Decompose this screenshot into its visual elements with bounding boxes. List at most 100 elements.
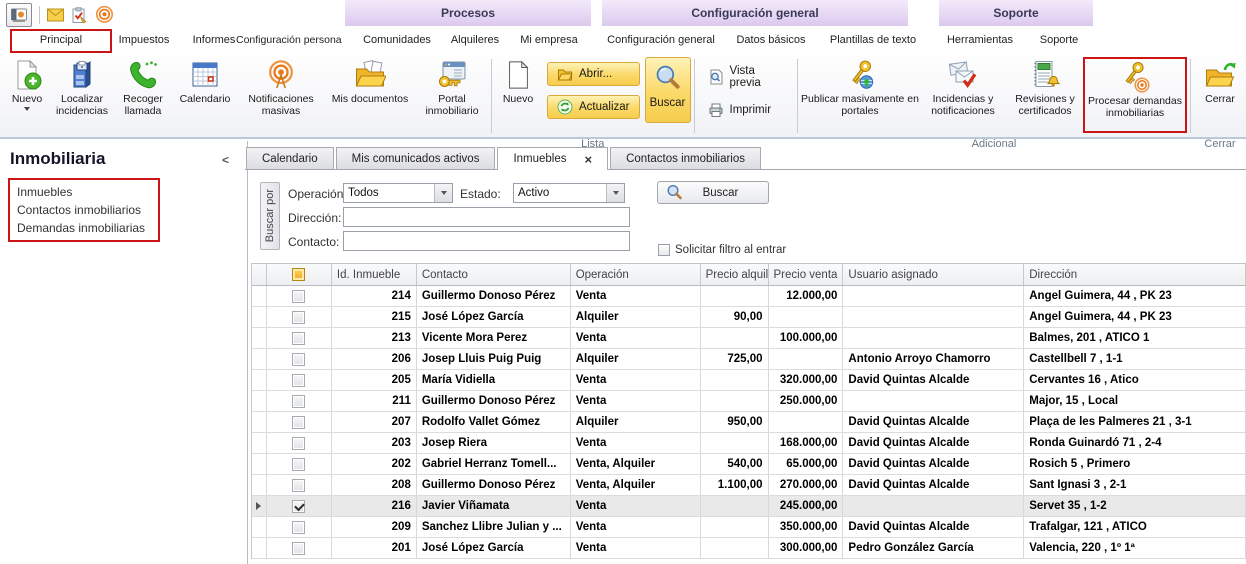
checkbox-icon[interactable] [658,244,670,256]
table-row[interactable]: 216Javier ViñamataVenta245.000,00Servet … [252,496,1246,517]
column-header-direccion[interactable]: Dirección [1024,264,1246,285]
sidebar-item-demandas-inmobiliarias[interactable]: Demandas inmobiliarias [17,219,158,237]
table-row[interactable]: 205María VidiellaVenta320.000,00David Qu… [252,370,1246,391]
chevron-down-icon[interactable] [434,184,452,202]
tab-contactos-inmobiliarios[interactable]: Contactos inmobiliarios [610,147,761,169]
column-header-precio-venta[interactable]: Precio venta [769,264,844,285]
sidebar-item-inmuebles[interactable]: Inmuebles [17,183,158,201]
column-header-precio-alquiler[interactable]: Precio alquiler [701,264,769,285]
table-row[interactable]: 207Rodolfo Vallet GómezAlquiler950,00Dav… [252,412,1246,433]
actualizar-button[interactable]: Actualizar [547,95,640,119]
buscar-ribbon-button[interactable]: Buscar [645,57,691,123]
menu-tab-alquileres[interactable]: Alquileres [446,29,504,51]
recoger-llamada-button[interactable]: Recoger llamada [114,57,172,118]
chevron-down-icon[interactable] [606,184,624,202]
menu-tab-datos-basicos[interactable]: Datos básicos [733,29,809,51]
row-checkbox-cell[interactable] [267,349,332,369]
notificaciones-masivas-button[interactable]: Notificaciones masivas [238,57,324,118]
tab-mis-comunicados-activos[interactable]: Mis comunicados activos [336,147,496,169]
row-checkbox-cell[interactable] [267,286,332,306]
row-checkbox-cell[interactable] [267,328,332,348]
publicar-masivamente-button[interactable]: Publicar masivamente en portales [801,57,919,118]
sidebar-item-contactos-inmobiliarios[interactable]: Contactos inmobiliarios [17,201,158,219]
contacto-input[interactable] [343,231,630,251]
table-row[interactable]: 201José López GarcíaVenta300.000,00Pedro… [252,538,1246,559]
menu-tab-herramientas[interactable]: Herramientas [944,29,1016,51]
header-checkbox-icon[interactable] [292,268,305,281]
table-row[interactable]: 209Sanchez Llibre Julian y ...Venta350.0… [252,517,1246,538]
localizar-incidencias-button[interactable]: Localizar incidencias [50,57,114,118]
nuevo-lista-button[interactable]: Nuevo [495,57,541,105]
column-header-id[interactable]: Id. Inmueble [332,264,417,285]
nuevo-button[interactable]: Nuevo [4,57,50,111]
row-checkbox-cell[interactable] [267,454,332,474]
vista-previa-button[interactable]: Vista previa [708,65,785,89]
incidencias-notificaciones-button[interactable]: Incidencias y notificaciones [919,57,1007,118]
row-checkbox-cell[interactable] [267,307,332,327]
tab-close-icon[interactable]: × [585,152,593,167]
app-window-icon[interactable] [6,3,32,27]
cerrar-button[interactable]: Cerrar [1194,57,1246,105]
operacion-select[interactable]: Todos [343,183,453,203]
estado-select[interactable]: Activo [513,183,625,203]
row-checkbox-icon[interactable] [292,416,305,429]
row-checkbox-icon[interactable] [292,437,305,450]
solicitar-filtro-checkbox[interactable]: Solicitar filtro al entrar [658,244,786,256]
buscar-filter-button[interactable]: Buscar [657,181,769,204]
menu-tab-soporte[interactable]: Soporte [1032,29,1086,51]
calendario-button[interactable]: Calendario [172,57,238,105]
row-checkbox-icon[interactable] [292,311,305,324]
row-checkbox-icon[interactable] [292,479,305,492]
row-checkbox-icon[interactable] [292,332,305,345]
direccion-input[interactable] [343,207,630,227]
menu-tab-mi-empresa[interactable]: Mi empresa [516,29,582,51]
table-row[interactable]: 208Guillermo Donoso PérezVenta, Alquiler… [252,475,1246,496]
menu-tab-configuracion-general[interactable]: Configuración general [602,29,720,51]
column-header-usuario[interactable]: Usuario asignado [843,264,1024,285]
column-header-operacion[interactable]: Operación [571,264,701,285]
procesar-demandas-button[interactable]: Procesar demandas inmobiliarias [1085,59,1185,120]
menu-tab-informes[interactable]: Informes [188,29,240,51]
abrir-button[interactable]: Abrir... [547,62,640,86]
row-checkbox-cell[interactable] [267,412,332,432]
sidebar-collapse-icon[interactable]: < [222,153,229,167]
menu-tab-principal[interactable]: Principal [10,29,112,53]
mail-icon[interactable] [47,7,64,23]
portal-inmobiliario-button[interactable]: Portal inmobiliario [416,57,488,118]
row-checkbox-cell[interactable] [267,475,332,495]
row-checkbox-icon[interactable] [292,542,305,555]
column-header-contacto[interactable]: Contacto [417,264,571,285]
row-checkbox-icon[interactable] [292,374,305,387]
tab-inmuebles[interactable]: Inmuebles× [497,147,608,170]
table-row[interactable]: 213Vicente Mora PerezVenta100.000,00Balm… [252,328,1246,349]
row-checkbox-icon[interactable] [292,500,305,513]
row-checkbox-icon[interactable] [292,458,305,471]
table-row[interactable]: 206Josep Lluis Puig PuigAlquiler725,00An… [252,349,1246,370]
row-checkbox-cell[interactable] [267,538,332,558]
imprimir-button[interactable]: Imprimir [708,102,785,118]
table-row[interactable]: 215José López GarcíaAlquiler90,00Angel G… [252,307,1246,328]
row-checkbox-icon[interactable] [292,290,305,303]
menu-tab-impuestos[interactable]: Impuestos [112,29,176,51]
menu-tab-comunidades[interactable]: Comunidades [357,29,437,51]
table-row[interactable]: 211Guillermo Donoso PérezVenta250.000,00… [252,391,1246,412]
row-checkbox-cell[interactable] [267,517,332,537]
buscar-por-panel-tab[interactable]: Buscar por [260,182,280,250]
row-checkbox-cell[interactable] [267,391,332,411]
mis-documentos-button[interactable]: Mis documentos [324,57,416,105]
row-checkbox-icon[interactable] [292,395,305,408]
menu-tab-plantillas-de-texto[interactable]: Plantillas de texto [822,29,924,51]
tab-calendario[interactable]: Calendario [246,147,334,169]
row-checkbox-cell[interactable] [267,496,332,516]
row-checkbox-cell[interactable] [267,433,332,453]
row-checkbox-cell[interactable] [267,370,332,390]
broadcast-icon[interactable] [95,7,114,23]
select-all-checkbox[interactable] [267,264,332,285]
revisiones-certificados-button[interactable]: Revisiones y certificados [1007,57,1083,118]
table-row[interactable]: 203Josep RieraVenta168.000,00David Quint… [252,433,1246,454]
menu-tab-configuracion-personal[interactable]: Configuración personal [236,29,342,51]
table-row[interactable]: 202Gabriel Herranz Tomell...Venta, Alqui… [252,454,1246,475]
row-checkbox-icon[interactable] [292,521,305,534]
row-checkbox-icon[interactable] [292,353,305,366]
table-row[interactable]: 214Guillermo Donoso PérezVenta12.000,00A… [252,286,1246,307]
